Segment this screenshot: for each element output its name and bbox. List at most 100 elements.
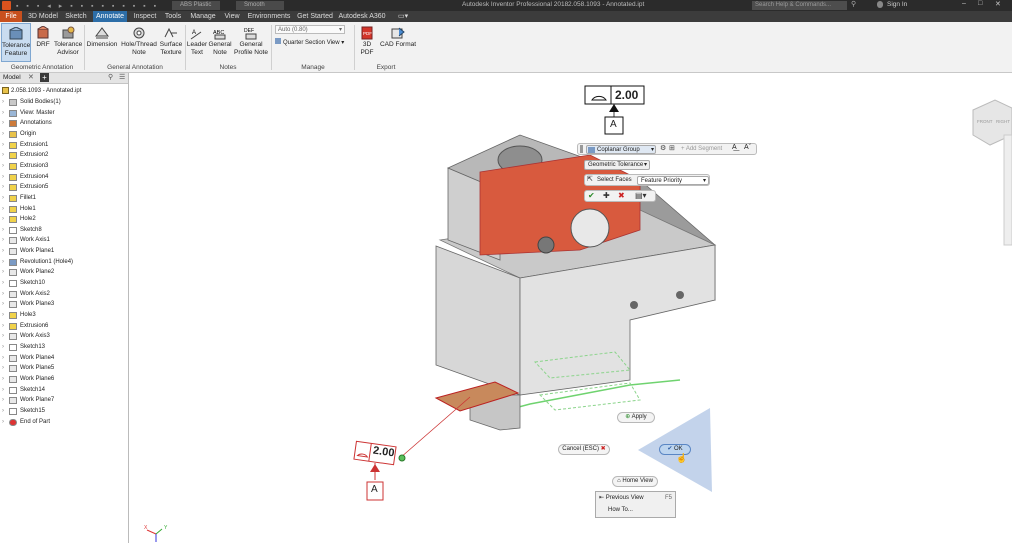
tab-inspect[interactable]: Inspect <box>130 11 160 22</box>
expand-chevron-icon[interactable]: › <box>2 353 4 364</box>
expand-chevron-icon[interactable]: › <box>2 129 4 140</box>
expand-chevron-icon[interactable]: › <box>2 395 4 406</box>
tab-annotate[interactable]: Annotate <box>93 11 127 22</box>
part-model[interactable] <box>130 73 1012 543</box>
browser-menu-icon[interactable]: ☰ <box>119 73 125 81</box>
tolerance-advisor-button[interactable]: Tolerance Advisor <box>54 23 82 62</box>
expand-chevron-icon[interactable]: › <box>2 363 4 374</box>
search-input[interactable]: Search Help & Commands... <box>752 1 847 10</box>
tab-manage[interactable]: Manage <box>188 11 218 22</box>
expand-chevron-icon[interactable]: › <box>2 310 4 321</box>
general-profile-note-button[interactable]: DEF General Profile Note <box>233 23 269 62</box>
expand-chevron-icon[interactable]: › <box>2 342 4 353</box>
expand-chevron-icon[interactable]: › <box>2 140 4 151</box>
quick-access-toolbar[interactable]: ▪ ▪ ▪ ◂ ▸ ▪ ▪ ▪ ▪ ▪ ▪ ▪ ▪ ▪ <box>16 2 166 10</box>
3d-pdf-button[interactable]: PDF 3D PDF <box>356 23 378 62</box>
expand-chevron-icon[interactable]: › <box>2 182 4 193</box>
scale-dropdown[interactable]: Auto (0.80) ▾ <box>275 25 345 34</box>
section-view-dropdown[interactable]: Quarter Section View ▾ <box>275 38 353 47</box>
hole-thread-note-button[interactable]: Hole/Thread Note <box>120 23 158 62</box>
drf-button[interactable]: DRF <box>33 23 53 62</box>
expand-chevron-icon[interactable]: › <box>2 321 4 332</box>
tolerance-feature-button[interactable]: Tolerance Feature <box>1 23 31 62</box>
tab-view[interactable]: View <box>221 11 243 22</box>
maximize-button[interactable]: □ <box>978 0 982 7</box>
expand-chevron-icon[interactable]: › <box>2 406 4 417</box>
apply-button[interactable]: ⊕ Apply <box>617 412 655 423</box>
navigation-bar[interactable] <box>1003 134 1012 246</box>
panel-options-icon[interactable]: ▭▾ <box>398 12 408 20</box>
appearance-dropdown[interactable]: Smooth <box>236 1 284 10</box>
plus-icon[interactable]: ✚ <box>603 191 610 200</box>
browser-search-icon[interactable]: ⚲ <box>108 73 113 81</box>
app-menu-icon[interactable] <box>2 1 11 10</box>
expand-chevron-icon[interactable]: › <box>2 172 4 183</box>
tree-node-label: Work Axis2 <box>20 290 50 297</box>
check-icon[interactable]: ✔ <box>588 191 595 200</box>
expand-chevron-icon[interactable]: › <box>2 204 4 215</box>
search-icon[interactable]: ⚲ <box>851 0 856 8</box>
tab-tools[interactable]: Tools <box>162 11 184 22</box>
tab-a360[interactable]: Autodesk A360 <box>338 11 386 22</box>
tab-sketch[interactable]: Sketch <box>62 11 90 22</box>
close-window-button[interactable]: ✕ <box>995 0 1001 8</box>
tab-model[interactable]: Model <box>3 74 21 81</box>
expand-chevron-icon[interactable]: › <box>2 108 4 119</box>
expand-chevron-icon[interactable]: › <box>2 257 4 268</box>
close-icon[interactable]: ✖ <box>618 191 625 200</box>
leader-text-button[interactable]: A Leader Text <box>186 23 208 62</box>
expand-chevron-icon[interactable]: › <box>2 289 4 300</box>
mini-toolbar-grip[interactable] <box>580 145 583 153</box>
expand-chevron-icon[interactable]: › <box>2 118 4 129</box>
browser-root-node[interactable]: 2.058.1093 - Annotated.ipt <box>2 86 81 96</box>
expand-chevron-icon[interactable]: › <box>2 225 4 236</box>
feature-priority-dropdown[interactable]: Feature Priority ▾ <box>637 176 709 185</box>
expand-chevron-icon[interactable]: › <box>2 150 4 161</box>
select-icon[interactable]: ⊞ <box>669 144 675 152</box>
expand-chevron-icon[interactable]: › <box>2 385 4 396</box>
user-icon[interactable] <box>877 1 883 8</box>
material-dropdown[interactable]: ABS Plastic <box>172 1 220 10</box>
sign-in-link[interactable]: Sign In <box>887 1 907 8</box>
graphics-window[interactable]: 2.00 A 2.00 A FRONT RIGHT X Y Coplanar G… <box>130 73 1012 543</box>
expand-chevron-icon[interactable]: › <box>2 374 4 385</box>
expand-chevron-icon[interactable]: › <box>2 299 4 310</box>
add-tab-icon[interactable]: + <box>40 73 49 82</box>
expand-chevron-icon[interactable]: › <box>2 193 4 204</box>
menu-item-how-to[interactable]: How To... <box>608 505 633 516</box>
add-segment-button[interactable]: + Add Segment <box>681 145 722 154</box>
home-view-button[interactable]: ⌂ Home View <box>612 476 658 487</box>
expand-chevron-icon[interactable]: › <box>2 161 4 172</box>
options-icon[interactable]: ▤▾ <box>635 191 647 200</box>
leader-anchor[interactable] <box>398 454 406 462</box>
expand-chevron-icon[interactable]: › <box>2 214 4 225</box>
settings-icon[interactable]: ⚙ <box>660 144 666 152</box>
close-browser-tab-icon[interactable]: ✕ <box>28 73 34 81</box>
cad-format-button[interactable]: CAD Format <box>379 23 417 62</box>
expand-chevron-icon[interactable]: › <box>2 246 4 257</box>
coplanar-group-dropdown[interactable]: Coplanar Group ▾ <box>586 145 656 154</box>
tab-environments[interactable]: Environments <box>246 11 292 22</box>
tab-file[interactable]: File <box>0 11 22 22</box>
expand-chevron-icon[interactable]: › <box>2 97 4 108</box>
tolerance-value-top: 2.00 <box>615 88 639 102</box>
tree-node-label: Work Plane3 <box>20 301 55 308</box>
menu-item-previous-view[interactable]: ⇤ Previous View F5 <box>596 493 675 504</box>
cancel-button[interactable]: Cancel (ESC) ✖ <box>558 444 610 455</box>
feature-icon <box>9 418 17 426</box>
dimension-button[interactable]: Dimension <box>86 23 118 62</box>
tab-3d-model[interactable]: 3D Model <box>26 11 60 22</box>
minimize-button[interactable]: – <box>962 0 966 7</box>
expand-chevron-icon[interactable]: › <box>2 278 4 289</box>
tab-get-started[interactable]: Get Started <box>294 11 336 22</box>
expand-chevron-icon[interactable]: › <box>2 331 4 342</box>
general-note-button[interactable]: ABC General Note <box>208 23 232 62</box>
expand-chevron-icon[interactable]: › <box>2 417 4 428</box>
text-style-icon[interactable]: Aˇ <box>744 144 751 151</box>
expand-chevron-icon[interactable]: › <box>2 267 4 278</box>
text-format-icon[interactable]: A͟ <box>732 144 737 151</box>
surface-texture-button[interactable]: Surface Texture <box>158 23 184 62</box>
geometric-tolerance-dropdown[interactable]: Geometric Tolerance ▾ <box>584 160 650 170</box>
expand-chevron-icon[interactable]: › <box>2 235 4 246</box>
select-faces-button[interactable]: Select Faces <box>597 177 632 183</box>
